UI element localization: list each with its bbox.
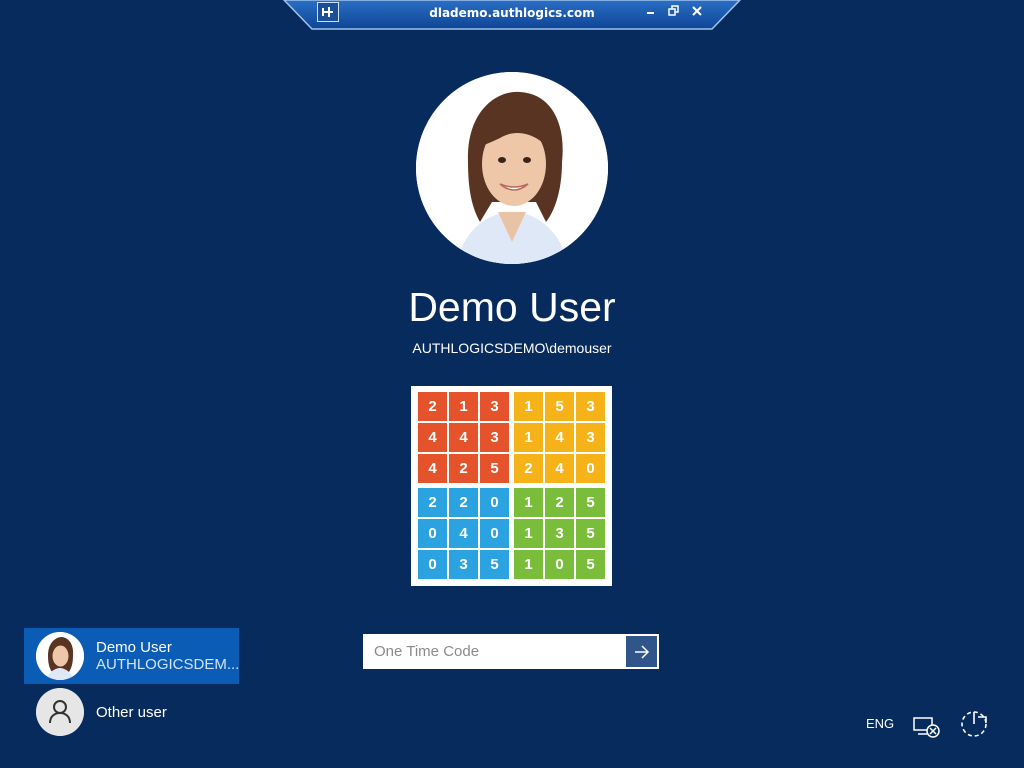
ease-of-access-icon[interactable] xyxy=(912,714,942,744)
power-icon[interactable] xyxy=(958,708,992,742)
grid-cell: 1 xyxy=(514,488,543,517)
grid-cell: 0 xyxy=(480,519,509,548)
grid-cell: 2 xyxy=(449,488,478,517)
grid-cell: 2 xyxy=(418,392,447,421)
grid-cell: 4 xyxy=(449,423,478,452)
one-time-code-input[interactable] xyxy=(364,635,626,668)
avatar xyxy=(36,632,84,680)
grid-cell: 5 xyxy=(545,392,574,421)
grid-cell: 1 xyxy=(514,392,543,421)
grid-cell: 2 xyxy=(514,454,543,483)
grid-cell: 4 xyxy=(418,423,447,452)
grid-cell: 0 xyxy=(418,519,447,548)
user-account-name: AUTHLOGICSDEMO\demouser xyxy=(412,340,612,356)
user-avatar xyxy=(416,72,608,264)
submit-button[interactable] xyxy=(626,636,657,667)
grid-cell: 3 xyxy=(576,392,605,421)
grid-cell: 2 xyxy=(545,488,574,517)
remote-desktop-connection-bar: dlademo.authlogics.com xyxy=(0,0,1024,32)
grid-cell: 0 xyxy=(545,550,574,579)
grid-cell: 2 xyxy=(449,454,478,483)
grid-cell: 4 xyxy=(545,454,574,483)
grid-cell: 5 xyxy=(576,550,605,579)
grid-cell: 3 xyxy=(480,423,509,452)
tile-user-account: AUTHLOGICSDEM... xyxy=(96,656,240,673)
grid-cell: 5 xyxy=(480,454,509,483)
user-display-name: Demo User xyxy=(408,284,616,330)
grid-cell: 5 xyxy=(480,550,509,579)
grid-cell: 1 xyxy=(514,519,543,548)
user-tile-other-user[interactable]: Other user xyxy=(24,684,239,740)
otp-field xyxy=(363,634,659,669)
arrow-right-icon xyxy=(634,644,649,659)
pattern-grid: 213443425153143240220040035125135105 xyxy=(411,386,612,586)
grid-cell: 4 xyxy=(449,519,478,548)
grid-cell: 0 xyxy=(480,488,509,517)
connection-title: dlademo.authlogics.com xyxy=(429,6,595,20)
grid-cell: 5 xyxy=(576,519,605,548)
grid-cell: 1 xyxy=(514,550,543,579)
user-tile-demo-user[interactable]: Demo User AUTHLOGICSDEM... xyxy=(24,628,239,684)
grid-cell: 3 xyxy=(480,392,509,421)
grid-cell: 4 xyxy=(418,454,447,483)
grid-cell: 2 xyxy=(418,488,447,517)
grid-cell: 0 xyxy=(418,550,447,579)
restore-icon[interactable] xyxy=(665,3,683,19)
grid-cell: 1 xyxy=(449,392,478,421)
tile-user-name: Demo User xyxy=(96,639,172,656)
grid-cell: 0 xyxy=(576,454,605,483)
tile-user-name: Other user xyxy=(96,703,167,721)
grid-cell: 4 xyxy=(545,423,574,452)
generic-user-icon xyxy=(36,688,84,736)
input-language[interactable]: ENG xyxy=(866,716,894,731)
grid-cell: 1 xyxy=(514,423,543,452)
grid-cell: 5 xyxy=(576,488,605,517)
pin-icon[interactable] xyxy=(317,2,339,22)
grid-cell: 3 xyxy=(449,550,478,579)
close-icon[interactable] xyxy=(688,3,706,19)
minimize-icon[interactable] xyxy=(642,3,660,19)
grid-cell: 3 xyxy=(576,423,605,452)
grid-cell: 3 xyxy=(545,519,574,548)
